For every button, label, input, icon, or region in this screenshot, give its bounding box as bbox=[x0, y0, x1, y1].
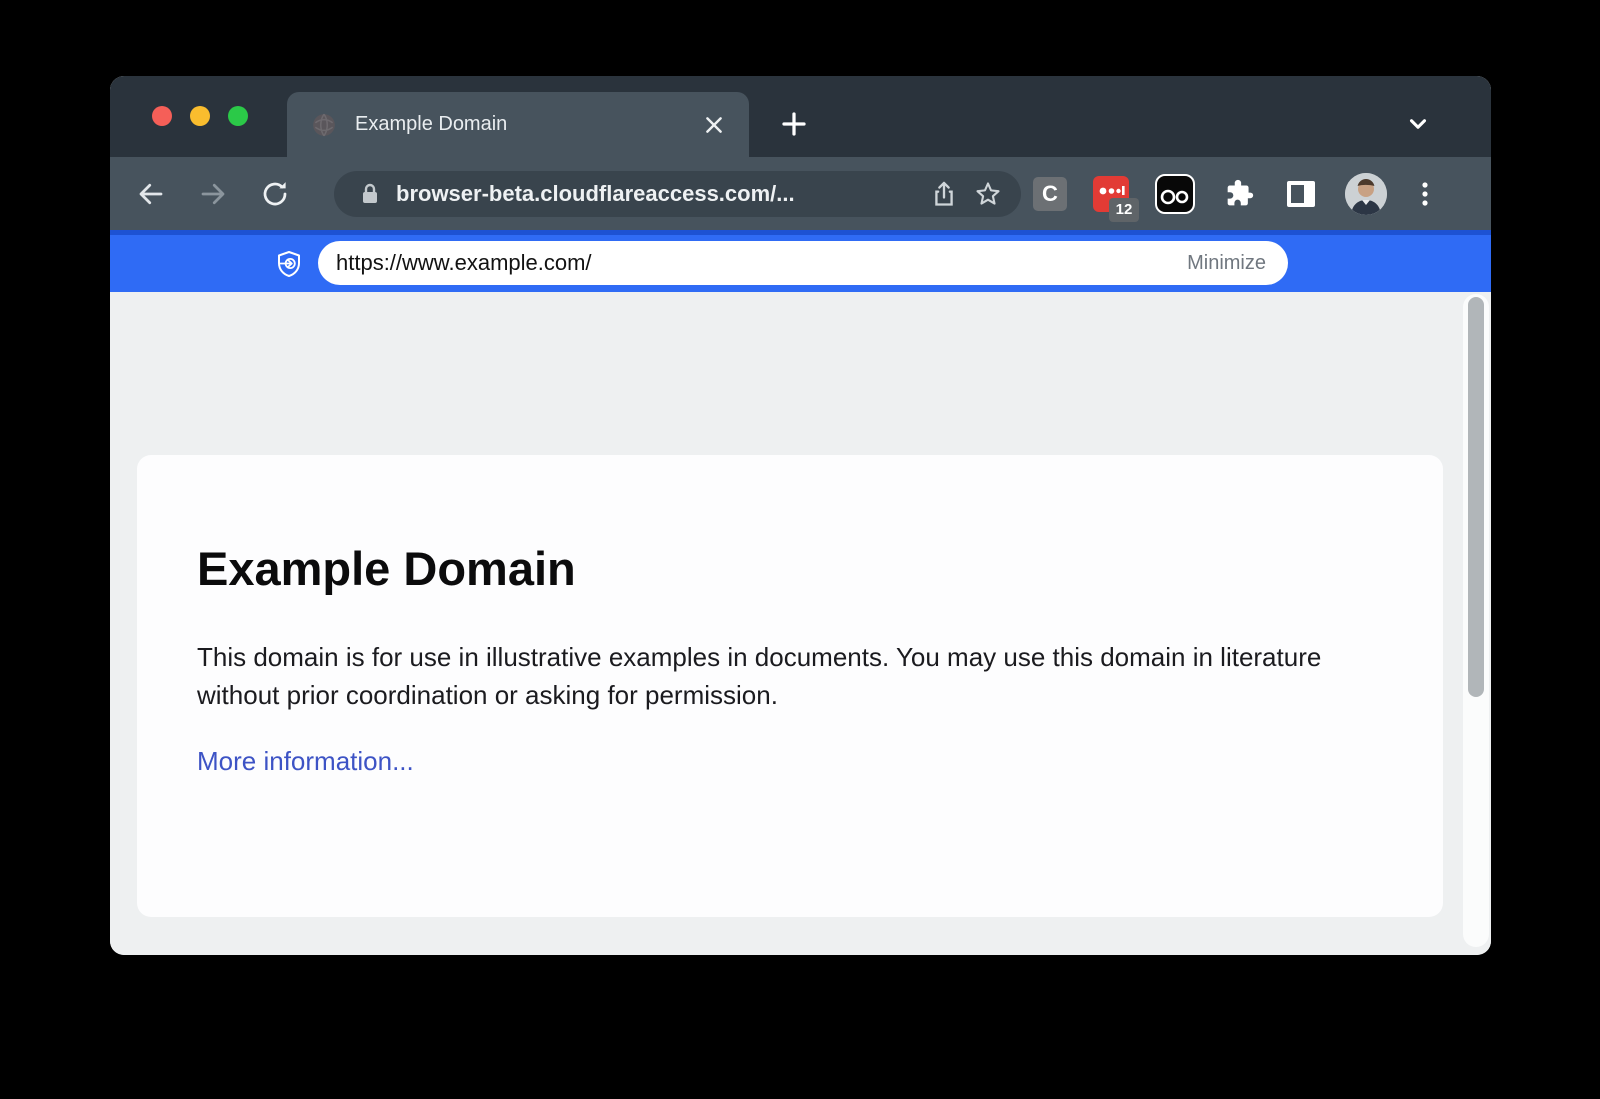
lock-icon bbox=[358, 182, 382, 206]
more-information-link[interactable]: More information... bbox=[197, 746, 414, 777]
extension-c-button[interactable]: C bbox=[1033, 177, 1067, 211]
back-button[interactable] bbox=[136, 179, 166, 209]
address-bar-url: browser-beta.cloudflareaccess.com/... bbox=[396, 181, 915, 207]
extension-red-dots-button[interactable]: 12 bbox=[1093, 176, 1129, 212]
browser-menu-kebab-icon[interactable] bbox=[1413, 176, 1437, 212]
page-heading: Example Domain bbox=[137, 541, 1443, 596]
new-tab-button[interactable] bbox=[776, 106, 812, 142]
extensions-row: C 12 bbox=[1033, 173, 1437, 215]
browser-window: Example Domain bbox=[110, 76, 1491, 955]
traffic-light-close-button[interactable] bbox=[152, 106, 172, 126]
scrollbar-track[interactable] bbox=[1463, 294, 1489, 947]
scrollbar-thumb[interactable] bbox=[1468, 297, 1484, 697]
bookmark-star-icon[interactable] bbox=[973, 179, 1003, 209]
tab-example-domain[interactable]: Example Domain bbox=[287, 92, 749, 157]
page-viewport: Example Domain This domain is for use in… bbox=[110, 292, 1491, 955]
tab-title: Example Domain bbox=[355, 113, 699, 136]
isolation-url-pill: Minimize bbox=[318, 241, 1288, 285]
tab-search-chevron-down-icon[interactable] bbox=[1404, 110, 1432, 138]
side-panel-icon[interactable] bbox=[1283, 176, 1319, 212]
tab-bar: Example Domain bbox=[110, 76, 1491, 157]
extensions-puzzle-icon[interactable] bbox=[1221, 176, 1257, 212]
page-paragraph: This domain is for use in illustrative e… bbox=[137, 638, 1357, 714]
traffic-light-zoom-button[interactable] bbox=[228, 106, 248, 126]
isolation-minimize-button[interactable]: Minimize bbox=[1187, 252, 1266, 275]
profile-avatar[interactable] bbox=[1345, 173, 1387, 215]
forward-button[interactable] bbox=[198, 179, 228, 209]
isolation-shield-icon bbox=[274, 249, 304, 279]
extension-goggles-button[interactable] bbox=[1155, 174, 1195, 214]
traffic-light-minimize-button[interactable] bbox=[190, 106, 210, 126]
browser-toolbar: browser-beta.cloudflareaccess.com/... C bbox=[110, 157, 1491, 230]
extension-badge-count: 12 bbox=[1109, 198, 1139, 222]
share-icon[interactable] bbox=[929, 179, 959, 209]
tab-favicon-globe-icon bbox=[311, 112, 337, 138]
example-domain-card: Example Domain This domain is for use in… bbox=[137, 455, 1443, 917]
isolation-url-input[interactable] bbox=[336, 250, 1187, 276]
tab-close-button[interactable] bbox=[699, 110, 729, 140]
extension-c-label: C bbox=[1042, 181, 1058, 207]
isolation-bar: Minimize bbox=[110, 230, 1491, 292]
reload-button[interactable] bbox=[260, 179, 290, 209]
address-bar[interactable]: browser-beta.cloudflareaccess.com/... bbox=[334, 171, 1021, 217]
